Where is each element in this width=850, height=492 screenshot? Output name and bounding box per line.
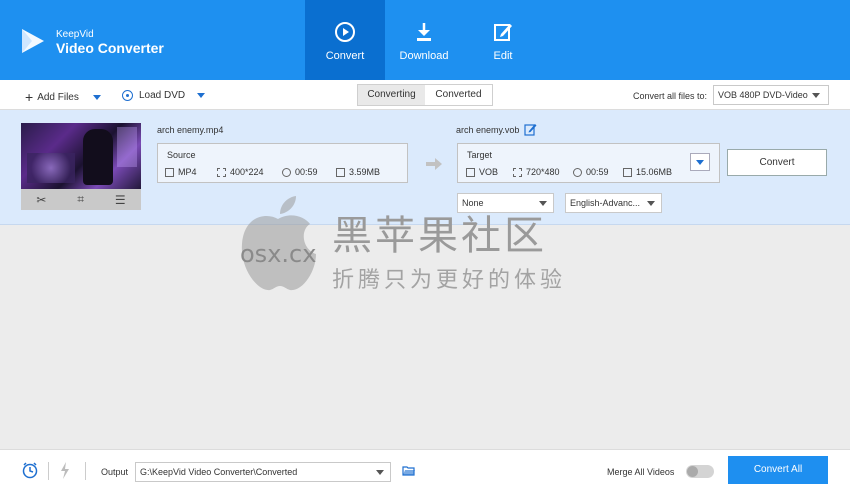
tab-edit[interactable]: Edit — [463, 0, 543, 80]
target-format-value: VOB — [479, 167, 499, 177]
app-brand: KeepVid Video Converter — [56, 29, 164, 56]
output-format-value: VOB 480P DVD-Video — [718, 90, 808, 100]
view-segmented-control: Converting Converted — [357, 84, 493, 106]
watermark-line-1: 黑苹果社区 — [332, 214, 547, 258]
source-resolution-value: 400*224 — [230, 167, 264, 177]
output-path-value: G:\KeepVid Video Converter\Converted — [140, 467, 298, 477]
rename-icon[interactable] — [524, 123, 537, 136]
convert-button[interactable]: Convert — [727, 149, 827, 176]
open-folder-icon[interactable] — [402, 465, 416, 477]
audio-track-value: English-Advanc... — [570, 198, 641, 208]
target-format: VOB — [466, 167, 498, 177]
load-dvd-label: Load DVD — [139, 90, 186, 101]
source-resolution: 400*224 — [217, 167, 264, 177]
source-format: MP4 — [165, 167, 197, 177]
brand-big: Video Converter — [56, 40, 164, 56]
file-format-icon — [165, 167, 174, 177]
resolution-icon — [217, 167, 226, 177]
convert-all-button[interactable]: Convert All — [728, 456, 828, 484]
chevron-down-icon[interactable] — [92, 94, 101, 100]
chevron-down-icon[interactable] — [197, 93, 206, 98]
clock-icon — [282, 167, 291, 177]
tab-converted[interactable]: Converted — [425, 85, 492, 105]
chevron-down-icon — [696, 160, 704, 165]
arrow-right-icon — [426, 158, 442, 170]
edit-icon — [494, 24, 512, 41]
watermark-site: osx.cx — [240, 240, 317, 268]
crop-icon[interactable]: ⌗ — [77, 192, 84, 207]
file-format-icon — [466, 167, 475, 177]
folder-icon — [623, 167, 632, 177]
target-file-name: arch enemy.vob — [456, 125, 520, 135]
convert-icon — [335, 22, 355, 42]
tab-convert-label: Convert — [325, 50, 365, 62]
convert-all-to-label: Convert all files to: — [633, 91, 708, 101]
target-size-value: 15.06MB — [636, 167, 673, 177]
output-label: Output — [101, 467, 129, 477]
merge-all-label: Merge All Videos — [607, 467, 675, 477]
effects-icon[interactable]: ☰ — [115, 193, 126, 207]
add-files-button[interactable]: + Add Files — [25, 89, 101, 105]
load-dvd-button[interactable]: Load DVD — [122, 90, 206, 101]
target-size: 15.06MB — [623, 167, 672, 177]
divider — [85, 462, 86, 480]
audio-track-select[interactable]: English-Advanc... — [565, 193, 662, 213]
source-size-value: 3.59MB — [349, 167, 381, 177]
target-title: Target — [467, 150, 493, 160]
trim-icon[interactable]: ✂ — [36, 193, 46, 207]
target-resolution: 720*480 — [513, 167, 560, 177]
target-duration-value: 00:59 — [586, 167, 609, 177]
watermark-line-2: 折腾只为更好的体验 — [332, 267, 567, 292]
merge-toggle[interactable] — [686, 465, 714, 478]
tab-edit-label: Edit — [493, 50, 513, 62]
tab-download-label: Download — [399, 50, 449, 62]
source-format-value: MP4 — [178, 167, 197, 177]
source-file-name: arch enemy.mp4 — [157, 125, 224, 135]
chevron-down-icon — [376, 470, 384, 475]
tab-convert[interactable]: Convert — [305, 0, 385, 80]
target-duration: 00:59 — [573, 167, 609, 177]
target-resolution-value: 720*480 — [526, 167, 560, 177]
toggle-knob — [687, 466, 698, 477]
download-icon — [417, 23, 431, 41]
high-speed-icon[interactable] — [60, 462, 70, 479]
folder-icon — [336, 167, 345, 177]
output-format-select[interactable]: VOB 480P DVD-Video — [713, 85, 829, 105]
source-duration: 00:59 — [282, 167, 318, 177]
tab-converting[interactable]: Converting — [358, 85, 425, 105]
divider — [48, 462, 49, 480]
output-path-select[interactable]: G:\KeepVid Video Converter\Converted — [135, 462, 391, 482]
plus-icon: + — [25, 89, 34, 105]
source-title: Source — [167, 150, 196, 160]
add-files-label: Add Files — [37, 91, 79, 103]
chevron-down-icon — [812, 93, 820, 98]
source-info-box — [157, 143, 408, 183]
dvd-icon — [122, 90, 133, 101]
target-info-box — [457, 143, 720, 183]
tab-download[interactable]: Download — [384, 0, 464, 80]
app-logo-icon — [22, 29, 44, 53]
source-size: 3.59MB — [336, 167, 380, 177]
video-thumbnail[interactable] — [21, 123, 141, 189]
brand-small: KeepVid — [56, 29, 94, 40]
source-duration-value: 00:59 — [295, 167, 318, 177]
thumbnail-toolbar: ✂ ⌗ ☰ — [21, 189, 141, 210]
clock-icon — [573, 167, 582, 177]
chevron-down-icon — [647, 201, 655, 206]
schedule-icon[interactable] — [22, 462, 38, 479]
target-settings-dropdown[interactable] — [690, 153, 710, 171]
resolution-icon — [513, 167, 522, 177]
